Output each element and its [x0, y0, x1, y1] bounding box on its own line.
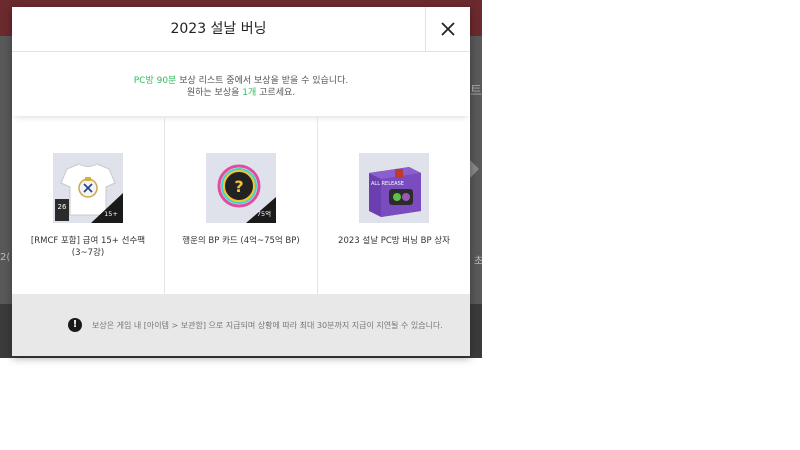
reward-option-bp-box[interactable]: ALL RELEASE 2023 설날 PC방 버닝 BP 상자	[318, 117, 470, 294]
backdrop-side-text: 트	[470, 84, 482, 99]
reward-label: 2023 설날 PC방 버닝 BP 상자	[338, 236, 450, 246]
jersey-pack-icon: 26 15+	[53, 153, 123, 223]
bp-box-icon: ALL RELEASE	[359, 153, 429, 223]
bp-card-icon: ? 75억	[206, 153, 276, 223]
pack-badge-top: 26	[58, 203, 67, 211]
player-pack-image: 26 15+	[53, 153, 123, 223]
close-icon	[441, 22, 455, 36]
pack-badge-bottom: 15+	[104, 210, 118, 218]
modal-header: 2023 설날 버닝	[12, 7, 470, 52]
bp-card-image: ? 75억	[206, 153, 276, 223]
bp-box-text: ALL RELEASE	[371, 181, 404, 187]
close-button[interactable]	[425, 7, 470, 51]
reward-notice: PC방 90분 보상 리스트 중에서 보상을 받을 수 있습니다. 원하는 보상…	[12, 52, 470, 116]
backdrop-next-arrow-icon	[470, 160, 479, 178]
modal-footer: ! 보상은 게임 내 [아이템 > 보관함] 으로 지급되며 상황에 따라 최대…	[12, 294, 470, 356]
reward-label: 행운의 BP 카드 (4억~75억 BP)	[182, 236, 300, 246]
notice-highlight-count: 1개	[242, 88, 257, 98]
bp-card-mark: ?	[234, 177, 243, 196]
reward-modal: 2023 설날 버닝 PC방 90분 보상 리스트 중에서 보상을 받을 수 있…	[12, 7, 470, 356]
notice-text-2-prefix: 원하는 보상을	[186, 88, 243, 98]
modal-title: 2023 설날 버닝	[170, 21, 267, 37]
reward-label: [RMCF 포함] 급여 15+ 선수팩 (3~7강)	[30, 236, 146, 258]
footer-notice-text: 보상은 게임 내 [아이템 > 보관함] 으로 지급되며 상황에 따라 최대 3…	[92, 321, 443, 330]
notice-text-2-suffix: 고르세요.	[256, 88, 296, 98]
bp-box-image: ALL RELEASE	[359, 153, 429, 223]
bp-card-badge: 75억	[257, 210, 271, 218]
backdrop-left-text: 2(	[0, 252, 11, 263]
notice-line-2: 원하는 보상을 1개 고르세요.	[12, 85, 470, 98]
backdrop-right-text: 초	[474, 256, 482, 267]
warning-icon: !	[68, 318, 82, 332]
reward-option-player-pack[interactable]: 26 15+ [RMCF 포함] 급여 15+ 선수팩 (3~7강)	[12, 117, 165, 294]
reward-option-bp-card[interactable]: ? 75억 행운의 BP 카드 (4억~75억 BP)	[165, 117, 318, 294]
reward-list: 26 15+ [RMCF 포함] 급여 15+ 선수팩 (3~7강) ? 75억	[12, 117, 470, 294]
